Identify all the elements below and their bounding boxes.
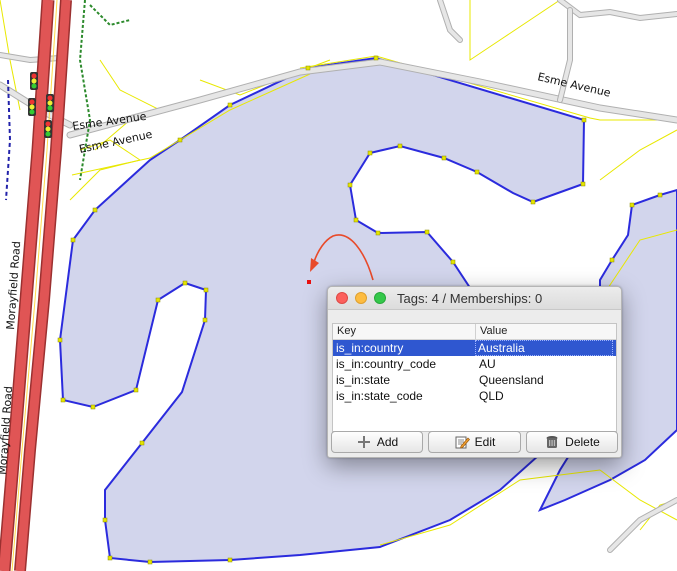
delete-button-label: Delete [565,435,600,449]
road-label-esme-avenue-west-1: Esme Avenue [72,110,148,133]
tag-value: AU [479,357,496,371]
edit-pencil-icon [455,436,470,449]
dialog-button-bar: Add Edit Delete [331,431,618,453]
table-row[interactable]: is_in:country Australia [333,340,616,356]
plus-icon [357,436,370,448]
tag-value: QLD [479,389,504,403]
table-row[interactable]: is_in:country_code AU [333,356,616,372]
table-row[interactable]: is_in:state_code QLD [333,388,616,404]
delete-button[interactable]: Delete [526,431,618,453]
column-header-key[interactable]: Key [337,325,356,337]
selected-node-marker[interactable] [307,280,311,284]
tags-table-header: Key Value [333,324,616,340]
trash-icon [546,436,558,448]
tags-dialog: Tags: 4 / Memberships: 0 Key Value is_in… [327,286,622,458]
column-header-value[interactable]: Value [480,325,507,337]
tags-table[interactable]: Key Value is_in:country Australia is_in:… [332,323,617,432]
dialog-titlebar[interactable]: Tags: 4 / Memberships: 0 [328,287,621,310]
close-window-icon[interactable] [336,292,348,304]
maximize-window-icon[interactable] [374,292,386,304]
tag-value: Australia [475,340,613,356]
edit-button-label: Edit [474,435,496,449]
minimize-window-icon[interactable] [355,292,367,304]
tag-value: Queensland [479,373,544,387]
tag-key: is_in:country [336,341,404,355]
edit-button[interactable]: Edit [428,431,521,453]
column-separator[interactable] [475,324,476,339]
add-button[interactable]: Add [331,431,423,453]
tag-key: is_in:state [336,373,391,387]
dialog-title: Tags: 4 / Memberships: 0 [397,291,543,306]
tag-key: is_in:state_code [336,389,423,403]
add-button-label: Add [376,435,399,449]
tag-key: is_in:country_code [336,357,437,371]
table-row[interactable]: is_in:state Queensland [333,372,616,388]
